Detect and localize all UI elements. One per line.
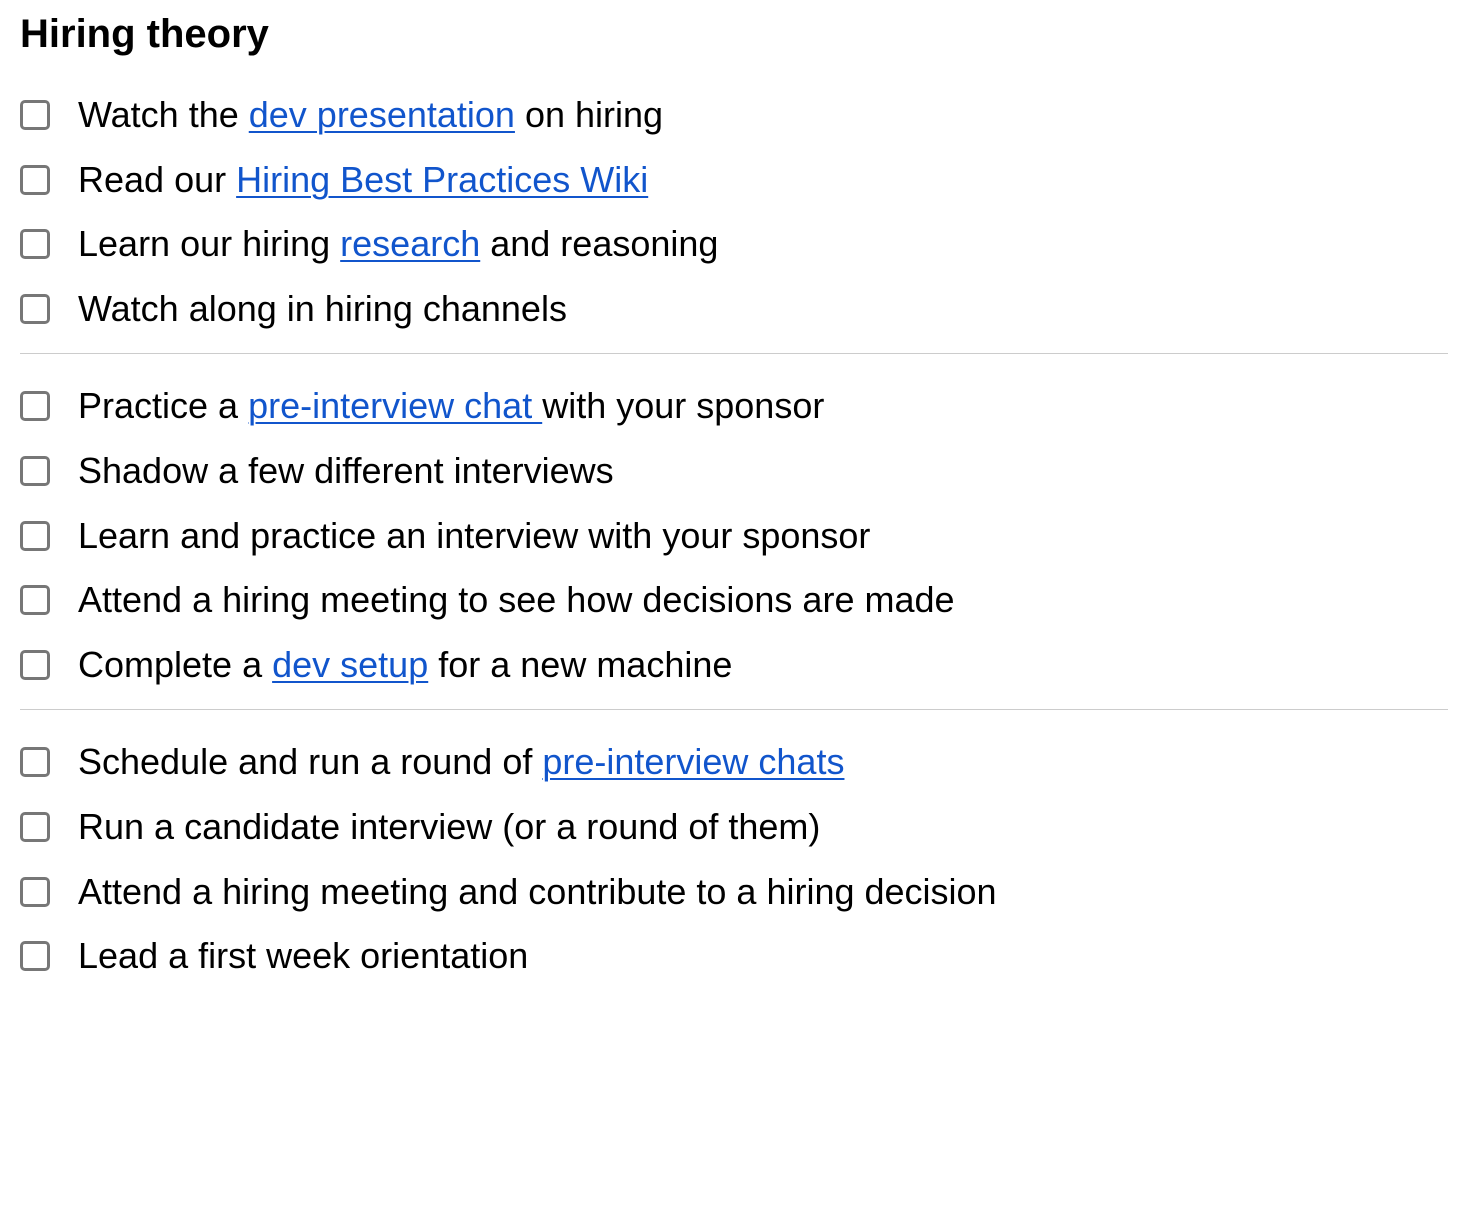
list-item-text: Practice a pre-interview chat with your …	[78, 382, 1448, 431]
text-run: Watch along in hiring channels	[78, 288, 567, 329]
list-item: Learn and practice an interview with you…	[20, 512, 1448, 561]
list-item-text: Watch the dev presentation on hiring	[78, 91, 1448, 140]
text-run: Schedule and run a round of	[78, 741, 542, 782]
list-item-text: Shadow a few different interviews	[78, 447, 1448, 496]
list-item-text: Lead a first week orientation	[78, 932, 1448, 981]
list-item: Attend a hiring meeting and contribute t…	[20, 868, 1448, 917]
checkbox[interactable]	[20, 585, 50, 615]
list-item: Complete a dev setup for a new machine	[20, 641, 1448, 690]
list-item-text: Run a candidate interview (or a round of…	[78, 803, 1448, 852]
list-item-text: Complete a dev setup for a new machine	[78, 641, 1448, 690]
text-run: Practice a	[78, 385, 248, 426]
text-run: and reasoning	[480, 223, 718, 264]
link[interactable]: dev setup	[272, 644, 428, 685]
link[interactable]: research	[340, 223, 480, 264]
checkbox[interactable]	[20, 229, 50, 259]
checklist: Practice a pre-interview chat with your …	[20, 382, 1448, 689]
text-run: on hiring	[515, 94, 663, 135]
text-run: Learn and practice an interview with you…	[78, 515, 870, 556]
list-item: Learn our hiring research and reasoning	[20, 220, 1448, 269]
link[interactable]: pre-interview chats	[542, 741, 844, 782]
section-heading: Hiring theory	[20, 12, 1448, 57]
list-item: Lead a first week orientation	[20, 932, 1448, 981]
list-item-text: Schedule and run a round of pre-intervie…	[78, 738, 1448, 787]
checkbox[interactable]	[20, 650, 50, 680]
link[interactable]: pre-interview chat	[248, 385, 542, 426]
checklist: Schedule and run a round of pre-intervie…	[20, 738, 1448, 980]
divider	[20, 353, 1448, 354]
checkbox[interactable]	[20, 391, 50, 421]
list-item: Run a candidate interview (or a round of…	[20, 803, 1448, 852]
list-item: Practice a pre-interview chat with your …	[20, 382, 1448, 431]
link[interactable]: Hiring Best Practices Wiki	[236, 159, 648, 200]
checkbox[interactable]	[20, 521, 50, 551]
sections-container: Watch the dev presentation on hiring Read…	[20, 91, 1448, 981]
list-item: Shadow a few different interviews	[20, 447, 1448, 496]
list-item-text: Learn our hiring research and reasoning	[78, 220, 1448, 269]
list-item-text: Attend a hiring meeting to see how decis…	[78, 576, 1448, 625]
divider	[20, 709, 1448, 710]
list-item-text: Attend a hiring meeting and contribute t…	[78, 868, 1448, 917]
text-run: Watch the	[78, 94, 249, 135]
checkbox[interactable]	[20, 941, 50, 971]
checkbox[interactable]	[20, 294, 50, 324]
list-item: Watch the dev presentation on hiring	[20, 91, 1448, 140]
list-item: Schedule and run a round of pre-intervie…	[20, 738, 1448, 787]
text-run: Lead a first week orientation	[78, 935, 528, 976]
text-run: Learn our hiring	[78, 223, 340, 264]
text-run: with your sponsor	[542, 385, 824, 426]
list-item-text: Read our Hiring Best Practices Wiki	[78, 156, 1448, 205]
text-run: Read our	[78, 159, 236, 200]
checkbox[interactable]	[20, 100, 50, 130]
checkbox[interactable]	[20, 165, 50, 195]
checkbox[interactable]	[20, 877, 50, 907]
text-run: Run a candidate interview (or a round of…	[78, 806, 820, 847]
list-item-text: Watch along in hiring channels	[78, 285, 1448, 334]
checklist: Watch the dev presentation on hiring Read…	[20, 91, 1448, 333]
text-run: Attend a hiring meeting and contribute t…	[78, 871, 997, 912]
link[interactable]: dev presentation	[249, 94, 515, 135]
text-run: Attend a hiring meeting to see how decis…	[78, 579, 955, 620]
text-run: for a new machine	[428, 644, 732, 685]
text-run: Shadow a few different interviews	[78, 450, 614, 491]
list-item: Attend a hiring meeting to see how decis…	[20, 576, 1448, 625]
list-item-text: Learn and practice an interview with you…	[78, 512, 1448, 561]
text-run: Complete a	[78, 644, 272, 685]
list-item: Watch along in hiring channels	[20, 285, 1448, 334]
checkbox[interactable]	[20, 747, 50, 777]
page: Hiring theory Watch the dev presentation…	[0, 0, 1468, 1037]
list-item: Read our Hiring Best Practices Wiki	[20, 156, 1448, 205]
checkbox[interactable]	[20, 812, 50, 842]
checkbox[interactable]	[20, 456, 50, 486]
